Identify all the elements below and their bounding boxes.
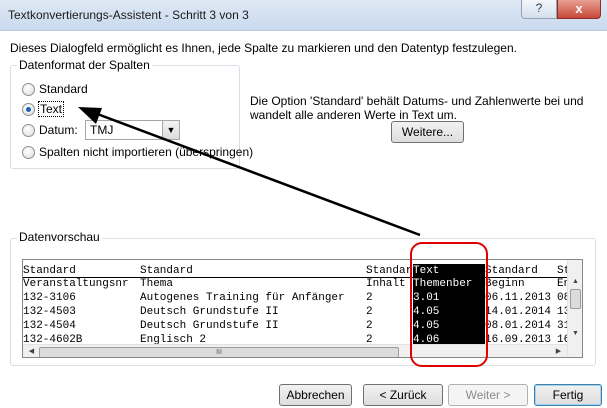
table-cell: Thema xyxy=(140,278,174,290)
table-cell: 2 xyxy=(366,292,373,304)
table-cell: 2 xyxy=(366,306,373,318)
table-cell: 14.01.2014 xyxy=(485,306,552,318)
info-text: Die Option 'Standard' behält Datums- und… xyxy=(250,94,584,122)
table-cell: Veranstaltungsnr xyxy=(23,278,129,290)
column-type-header[interactable]: Standard xyxy=(140,264,366,278)
radio-text[interactable]: Text xyxy=(22,101,65,117)
table-cell: Beginn xyxy=(485,278,525,290)
table-cell: 132-3106 xyxy=(23,292,76,304)
preview-group-legend: Datenvorschau xyxy=(17,230,102,244)
close-icon: x xyxy=(575,1,583,16)
radio-standard-label: Standard xyxy=(39,82,88,96)
triangle-up-icon[interactable]: ▲ xyxy=(568,276,582,288)
vertical-scroll-thumb[interactable] xyxy=(570,289,581,309)
table-cell: Autogenes Training für Anfänger xyxy=(140,292,345,304)
radio-date[interactable]: Datum: xyxy=(22,122,78,138)
dialog-body: Dieses Dialogfeld ermöglicht es Ihnen, j… xyxy=(0,31,607,408)
close-button[interactable]: x xyxy=(557,0,601,19)
window-title: Textkonvertierungs-Assistent - Schritt 3… xyxy=(8,8,249,22)
vertical-scrollbar[interactable]: ▲ ▼ xyxy=(567,260,582,357)
title-bar: Textkonvertierungs-Assistent - Schritt 3… xyxy=(0,0,607,31)
finish-button[interactable]: Fertig stellen xyxy=(534,384,602,406)
column-type-header[interactable]: Standard xyxy=(23,264,140,278)
intro-text: Dieses Dialogfeld ermöglicht es Ihnen, j… xyxy=(10,41,517,55)
horizontal-scroll-thumb[interactable]: III xyxy=(39,347,399,357)
help-icon: ? xyxy=(535,1,543,15)
advanced-button[interactable]: Weitere... xyxy=(391,121,464,143)
next-button[interactable]: Weiter > xyxy=(448,384,528,406)
table-cell: Deutsch Grundstufe II xyxy=(140,320,279,332)
format-group-legend: Datenformat der Spalten xyxy=(17,58,152,72)
table-cell: Deutsch Grundstufe II xyxy=(140,306,279,318)
radio-standard-button[interactable] xyxy=(22,82,35,96)
table-cell: 132-4503 xyxy=(23,306,76,318)
radio-date-button[interactable] xyxy=(22,123,35,137)
radio-date-label: Datum: xyxy=(39,123,78,137)
table-cell: 2 xyxy=(366,320,373,332)
table-cell: 06.11.2013 xyxy=(485,292,552,304)
table-cell: Inhalt xyxy=(366,278,406,290)
chevron-down-icon[interactable]: ▼ xyxy=(162,121,179,139)
radio-skip-button[interactable] xyxy=(22,145,35,159)
radio-text-label: Text xyxy=(37,101,65,117)
radio-standard[interactable]: Standard xyxy=(22,81,88,97)
back-button[interactable]: < Zurück xyxy=(363,384,443,406)
column-highlight-annotation xyxy=(410,242,488,367)
triangle-left-icon[interactable]: ◀ xyxy=(24,346,39,357)
data-preview[interactable]: Standard Standard Standard Text Standard… xyxy=(22,259,583,358)
help-button[interactable]: ? xyxy=(521,0,557,19)
date-format-value: TMJ xyxy=(90,123,114,137)
triangle-down-icon[interactable]: ▼ xyxy=(568,328,582,340)
table-cell: 132-4504 xyxy=(23,320,76,332)
back-button-label: < Zurück xyxy=(379,388,427,402)
column-type-header[interactable]: Standard xyxy=(366,264,413,278)
cancel-button[interactable]: Abbrechen xyxy=(279,384,352,406)
column-type-header[interactable]: Standard xyxy=(485,264,557,278)
table-cell: 08.01.2014 xyxy=(485,320,552,332)
date-format-select[interactable]: TMJ ▼ xyxy=(85,120,180,140)
radio-skip[interactable]: Spalten nicht importieren (überspringen) xyxy=(22,144,253,160)
triangle-right-icon[interactable]: ▶ xyxy=(551,346,566,357)
radio-skip-label: Spalten nicht importieren (überspringen) xyxy=(39,145,254,159)
radio-text-button[interactable] xyxy=(22,102,35,116)
